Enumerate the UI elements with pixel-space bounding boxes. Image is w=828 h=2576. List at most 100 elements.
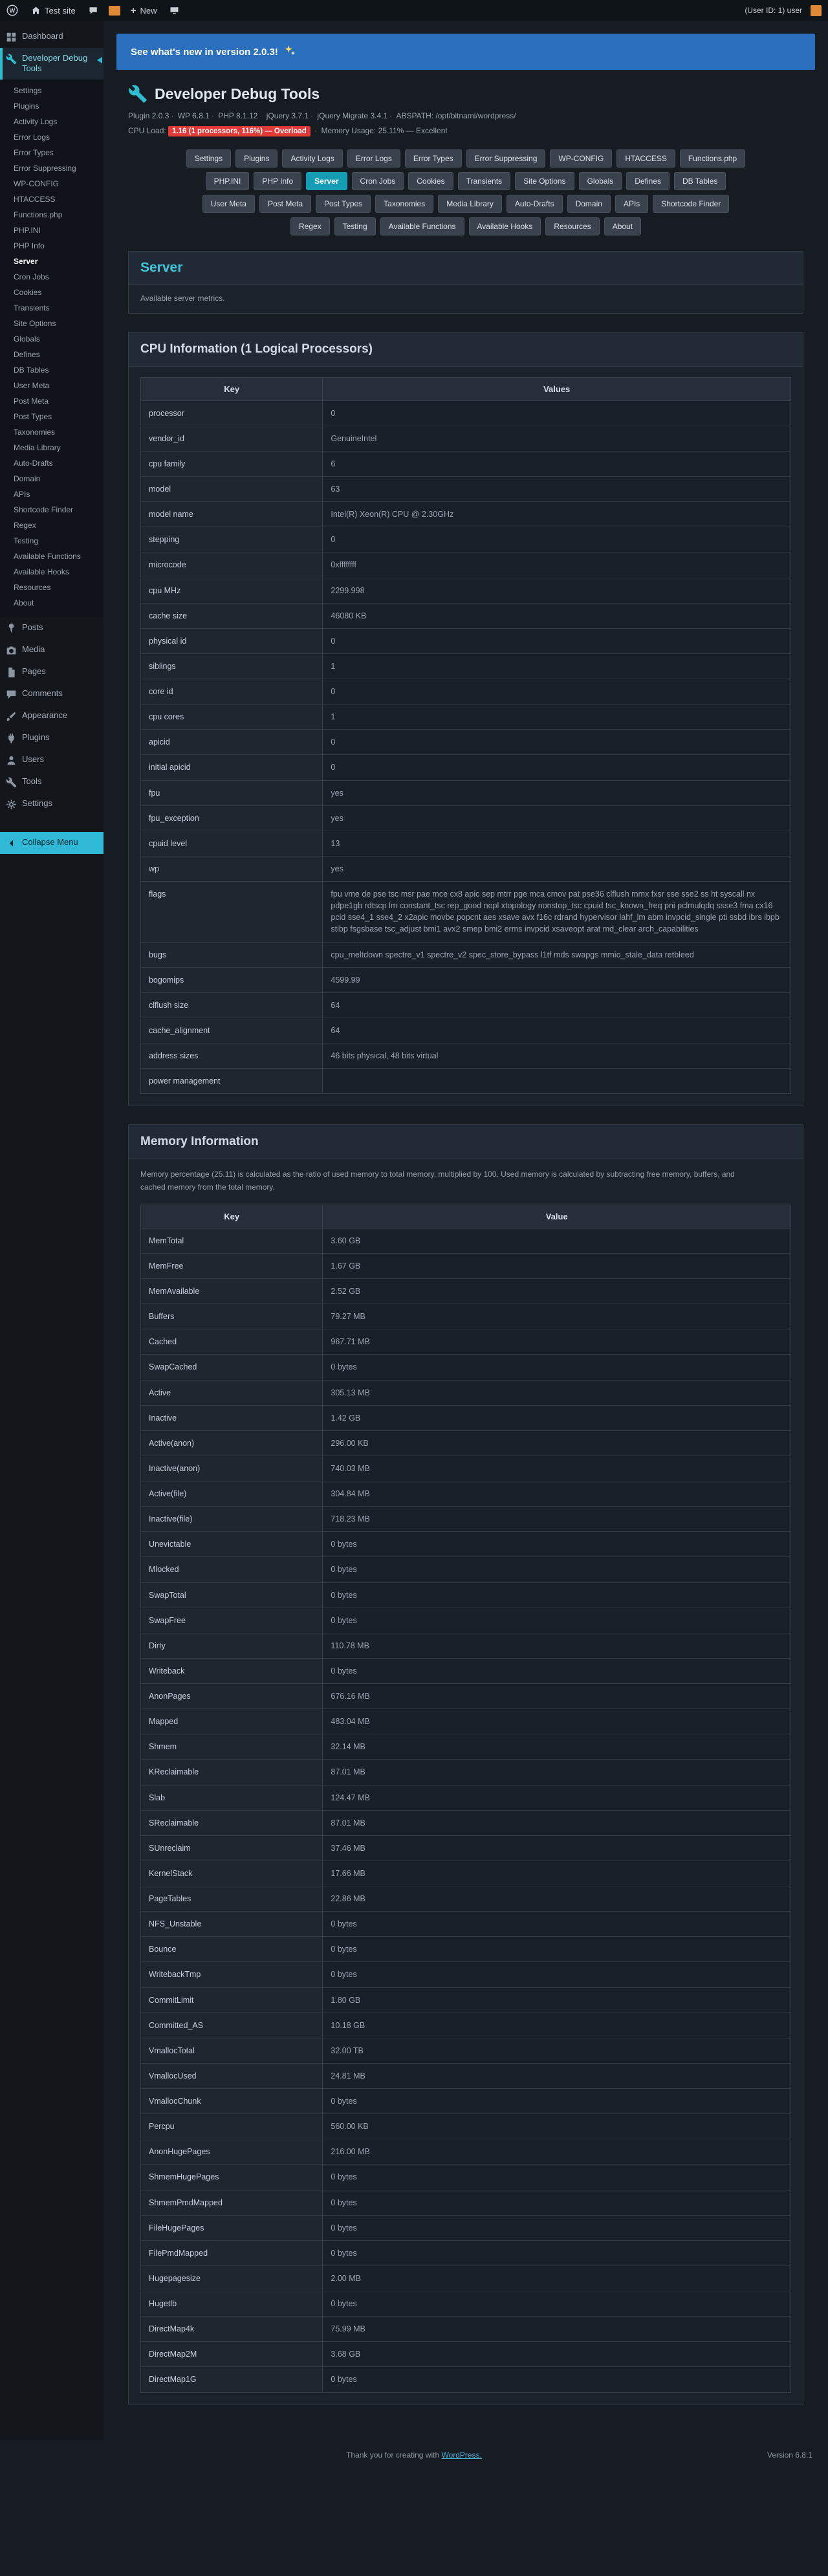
tab[interactable]: Globals xyxy=(579,172,622,190)
tab[interactable]: Resources xyxy=(545,217,599,235)
table-row: bugs cpu_meltdown spectre_v1 spectre_v2 … xyxy=(141,942,791,967)
key-cell: Slab xyxy=(141,1785,323,1810)
tab[interactable]: DB Tables xyxy=(674,172,726,190)
key-cell: Inactive(anon) xyxy=(141,1456,323,1481)
sidebar-subitem[interactable]: Post Types xyxy=(0,409,104,424)
value-cell: 46080 KB xyxy=(323,603,791,628)
sidebar-subitem[interactable]: Plugins xyxy=(0,98,104,114)
sidebar-item-plugins[interactable]: Plugins xyxy=(0,727,104,749)
sidebar-subitem[interactable]: About xyxy=(0,595,104,611)
sidebar-subitem[interactable]: Available Functions xyxy=(0,549,104,564)
sidebar-subitem[interactable]: Functions.php xyxy=(0,207,104,223)
sidebar-subitem[interactable]: Shortcode Finder xyxy=(0,502,104,518)
sidebar-item-dashboard[interactable]: Dashboard xyxy=(0,26,104,48)
account-link[interactable]: (User ID: 1) user xyxy=(738,0,828,21)
table-row: Dirty 110.78 MB xyxy=(141,1633,791,1658)
table-row: cache size 46080 KB xyxy=(141,603,791,628)
tab[interactable]: Settings xyxy=(186,149,231,168)
tab[interactable]: Domain xyxy=(567,195,611,213)
sidebar-item-media[interactable]: Media xyxy=(0,639,104,661)
collapse-menu-button[interactable]: Collapse Menu xyxy=(0,832,104,854)
sidebar-item-comments[interactable]: Comments xyxy=(0,683,104,705)
tab[interactable]: Error Suppressing xyxy=(466,149,546,168)
sidebar-subitem[interactable]: Activity Logs xyxy=(0,114,104,129)
site-name-link[interactable]: Test site xyxy=(25,0,82,21)
tab[interactable]: Site Options xyxy=(515,172,574,190)
sidebar-subitem[interactable]: HTACCESS xyxy=(0,191,104,207)
tab[interactable]: APIs xyxy=(615,195,648,213)
tab[interactable]: Functions.php xyxy=(680,149,745,168)
sidebar-subitem[interactable]: Regex xyxy=(0,518,104,533)
sidebar-subitem[interactable]: DB Tables xyxy=(0,362,104,378)
sidebar-subitem[interactable]: Globals xyxy=(0,331,104,347)
sidebar-subitem[interactable]: Post Meta xyxy=(0,393,104,409)
sidebar-item-tools[interactable]: Tools xyxy=(0,771,104,793)
tab[interactable]: Transients xyxy=(458,172,511,190)
sidebar-subitem[interactable]: User Meta xyxy=(0,378,104,393)
sidebar-subitem[interactable]: Cookies xyxy=(0,285,104,300)
tab[interactable]: Testing xyxy=(334,217,376,235)
sidebar-subitem[interactable]: Error Logs xyxy=(0,129,104,145)
sidebar-item-developer-debug-tools[interactable]: Developer Debug Tools xyxy=(0,48,104,80)
value-cell: 0 bytes xyxy=(323,2215,791,2240)
tab[interactable]: WP-CONFIG xyxy=(550,149,612,168)
tab[interactable]: Available Functions xyxy=(380,217,464,235)
tab[interactable]: Available Hooks xyxy=(469,217,541,235)
sidebar-subitem[interactable]: Transients xyxy=(0,300,104,316)
tab[interactable]: Post Meta xyxy=(259,195,311,213)
sidebar-subitem[interactable]: Available Hooks xyxy=(0,564,104,580)
tab[interactable]: Shortcode Finder xyxy=(653,195,729,213)
tab[interactable]: Cookies xyxy=(408,172,453,190)
sidebar-subitem[interactable]: Defines xyxy=(0,347,104,362)
comment-bubble-icon xyxy=(6,689,17,700)
tab[interactable]: Activity Logs xyxy=(282,149,342,168)
sidebar-subitem[interactable]: Testing xyxy=(0,533,104,549)
sidebar-item-pages[interactable]: Pages xyxy=(0,661,104,683)
tab[interactable]: Cron Jobs xyxy=(352,172,404,190)
sidebar-subitem[interactable]: Domain xyxy=(0,471,104,486)
tab[interactable]: Post Types xyxy=(316,195,371,213)
tab[interactable]: PHP Info xyxy=(254,172,301,190)
tab[interactable]: Server xyxy=(306,172,347,190)
sidebar-item-posts[interactable]: Posts xyxy=(0,617,104,639)
sidebar-subitem[interactable]: Cron Jobs xyxy=(0,269,104,285)
sidebar-item-settings[interactable]: Settings xyxy=(0,793,104,815)
sidebar-subitem[interactable]: Auto-Drafts xyxy=(0,455,104,471)
whats-new-banner[interactable]: See what's new in version 2.0.3! xyxy=(116,34,815,70)
tab[interactable]: User Meta xyxy=(202,195,255,213)
sidebar-subitem[interactable]: Error Types xyxy=(0,145,104,160)
sidebar-subitem[interactable]: PHP Info xyxy=(0,238,104,254)
tab[interactable]: Error Types xyxy=(405,149,462,168)
key-cell: Hugepagesize xyxy=(141,2265,323,2291)
tab[interactable]: Error Logs xyxy=(347,149,400,168)
sidebar-item-users[interactable]: Users xyxy=(0,749,104,771)
new-content-link[interactable]: + New xyxy=(124,0,164,21)
wordpress-link[interactable]: WordPress. xyxy=(441,2450,481,2460)
tab[interactable]: Auto-Drafts xyxy=(507,195,563,213)
sidebar-subitem[interactable]: Media Library xyxy=(0,440,104,455)
notification-badge[interactable] xyxy=(109,6,120,16)
sidebar-subitem[interactable]: APIs xyxy=(0,486,104,502)
admin-bar-left: W Test site + New xyxy=(0,0,186,21)
tab[interactable]: HTACCESS xyxy=(616,149,675,168)
sidebar-subitem[interactable]: Resources xyxy=(0,580,104,595)
tab[interactable]: Plugins xyxy=(235,149,278,168)
tab[interactable]: Media Library xyxy=(438,195,502,213)
sidebar-subitem[interactable]: Error Suppressing xyxy=(0,160,104,176)
sidebar-subitem[interactable]: PHP.INI xyxy=(0,223,104,238)
table-row: DirectMap2M 3.68 GB xyxy=(141,2342,791,2367)
tab[interactable]: About xyxy=(604,217,641,235)
tab[interactable]: Taxonomies xyxy=(375,195,433,213)
tab[interactable]: Regex xyxy=(290,217,330,235)
sidebar-subitem[interactable]: Taxonomies xyxy=(0,424,104,440)
debug-tools-adminbar-link[interactable] xyxy=(163,0,186,21)
tab[interactable]: Defines xyxy=(626,172,670,190)
sidebar-subitem[interactable]: WP-CONFIG xyxy=(0,176,104,191)
sidebar-subitem[interactable]: Server xyxy=(0,254,104,269)
tab[interactable]: PHP.INI xyxy=(206,172,250,190)
sidebar-subitem[interactable]: Settings xyxy=(0,83,104,98)
comments-link[interactable] xyxy=(82,0,105,21)
sidebar-subitem[interactable]: Site Options xyxy=(0,316,104,331)
sidebar-item-appearance[interactable]: Appearance xyxy=(0,705,104,727)
wp-logo[interactable]: W xyxy=(0,0,25,21)
